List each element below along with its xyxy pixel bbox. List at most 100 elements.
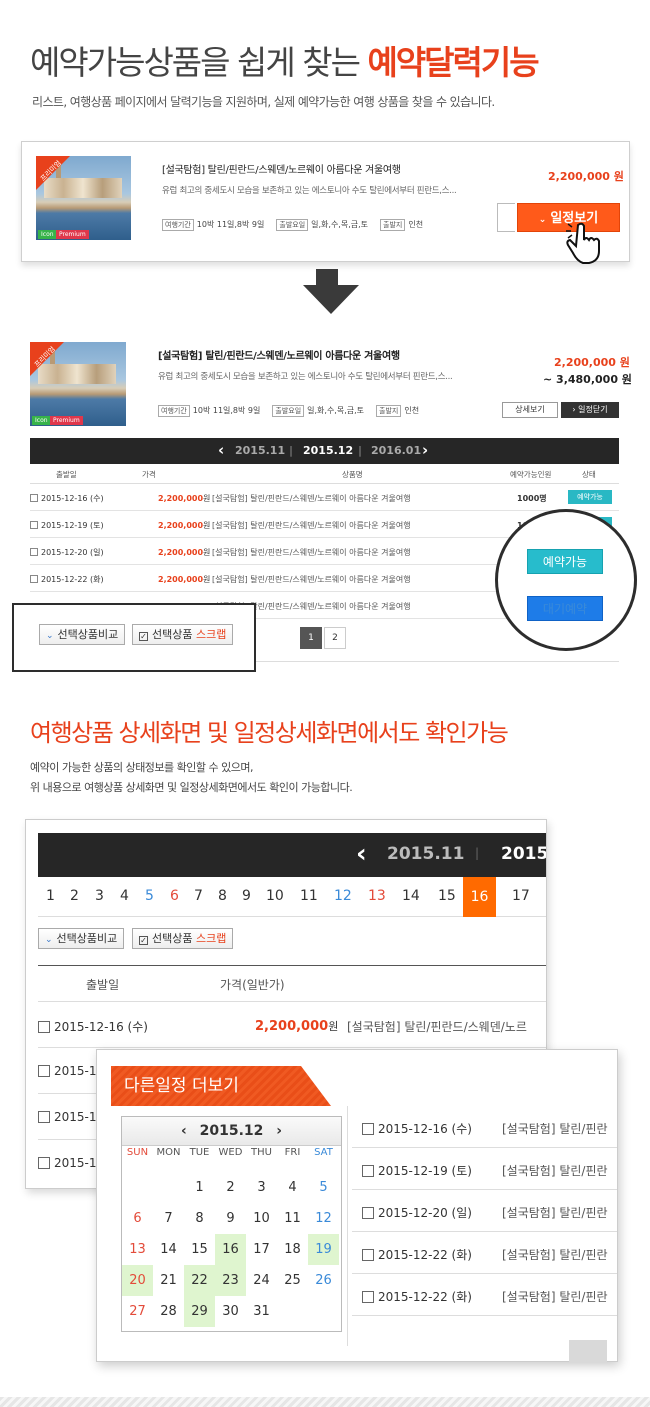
- row-product[interactable]: [설국탐험] 탈린/핀란드/스웨덴/노르웨이 아름다운 겨울여행: [212, 520, 411, 531]
- calendar-day[interactable]: 28: [153, 1296, 184, 1327]
- calendar-day[interactable]: 17: [246, 1234, 277, 1265]
- row-checkbox[interactable]: [362, 1291, 374, 1303]
- row-checkbox[interactable]: [362, 1207, 374, 1219]
- row-product[interactable]: [설국탐험] 탈린/핀란드/스웨덴/노르웨이 아름다운 겨울여행: [212, 574, 411, 585]
- row-checkbox[interactable]: [38, 1065, 50, 1077]
- calendar-day[interactable]: 1: [184, 1172, 215, 1203]
- calendar-day[interactable]: 12: [308, 1203, 339, 1234]
- calendar-day[interactable]: 30: [215, 1296, 246, 1327]
- detail-month-prev[interactable]: 2015.11: [387, 844, 464, 864]
- detail-button[interactable]: 상세보기: [502, 402, 558, 418]
- calendar-day[interactable]: 2: [215, 1172, 246, 1203]
- calendar-day[interactable]: 13: [122, 1234, 153, 1265]
- product-title[interactable]: [설국탐험] 탈린/핀란드/스웨덴/노르웨이 아름다운 겨울여행: [162, 161, 401, 176]
- table-row[interactable]: 2015-12-16 (수) 2,200,000원 [설국탐험] 탈린/핀란드/…: [38, 1002, 546, 1048]
- calendar-day[interactable]: 16: [215, 1234, 246, 1265]
- calendar-day[interactable]: 11: [277, 1203, 308, 1234]
- calendar-day[interactable]: 10: [246, 1203, 277, 1234]
- product-thumbnail-expanded[interactable]: 프리미엄 Icon Premium: [30, 342, 126, 426]
- list-item[interactable]: 2015-12-20 (일) [설국탐험] 탈린/핀란: [352, 1190, 617, 1232]
- row-checkbox[interactable]: [30, 575, 38, 583]
- day-number[interactable]: 3: [95, 888, 104, 904]
- day-number[interactable]: 8: [218, 888, 227, 904]
- page-2[interactable]: 2: [324, 627, 346, 649]
- day-number[interactable]: 7: [194, 888, 203, 904]
- compare-button[interactable]: ⌄ 선택상품비교: [39, 624, 126, 645]
- product-title-2[interactable]: [설국탐험] 탈린/핀란드/스웨덴/노르웨이 아름다운 겨울여행: [158, 347, 400, 362]
- day-number[interactable]: 14: [402, 888, 420, 904]
- day-number[interactable]: 4: [120, 888, 129, 904]
- detail-button-partial[interactable]: [497, 203, 515, 232]
- day-number[interactable]: 16: [463, 877, 496, 917]
- page-1[interactable]: 1: [300, 627, 322, 649]
- calendar-day[interactable]: 25: [277, 1265, 308, 1296]
- detail-row-product[interactable]: [설국탐험] 탈린/핀란드/스웨덴/노르: [347, 1018, 527, 1035]
- next-month-chevron-icon[interactable]: ›: [276, 1123, 282, 1139]
- calendar-day[interactable]: 27: [122, 1296, 153, 1327]
- day-number[interactable]: 6: [170, 888, 179, 904]
- row-checkbox[interactable]: [38, 1021, 50, 1033]
- prev-month-chevron-icon[interactable]: ‹: [218, 441, 224, 459]
- prev-month-chevron-icon[interactable]: ‹: [356, 839, 367, 869]
- calendar-day[interactable]: 19: [308, 1234, 339, 1265]
- list-item-name[interactable]: [설국탐험] 탈린/핀란: [502, 1204, 608, 1221]
- next-month-chevron-icon[interactable]: ›: [422, 441, 428, 459]
- month-next[interactable]: 2016.01: [371, 444, 421, 457]
- calendar-day[interactable]: 21: [153, 1265, 184, 1296]
- row-product[interactable]: [설국탐험] 탈린/핀란드/스웨덴/노르웨이 아름다운 겨울여행: [212, 547, 411, 558]
- list-item[interactable]: 2015-12-19 (토) [설국탐험] 탈린/핀란: [352, 1148, 617, 1190]
- row-checkbox[interactable]: [38, 1157, 50, 1169]
- calendar-day[interactable]: 23: [215, 1265, 246, 1296]
- list-item[interactable]: 2015-12-22 (화) [설국탐험] 탈린/핀란: [352, 1232, 617, 1274]
- month-current[interactable]: 2015.12: [303, 444, 353, 457]
- calendar-day[interactable]: 24: [246, 1265, 277, 1296]
- scrap-button[interactable]: ✓ 선택상품 스크랩: [132, 624, 234, 645]
- day-number[interactable]: 11: [300, 888, 318, 904]
- calendar-day[interactable]: 18: [277, 1234, 308, 1265]
- more-schedules-tab[interactable]: 다른일정 더보기: [111, 1066, 331, 1106]
- waitlist-button[interactable]: 대기예약: [527, 596, 603, 621]
- calendar-day[interactable]: 22: [184, 1265, 215, 1296]
- day-number[interactable]: 13: [368, 888, 386, 904]
- row-checkbox[interactable]: [30, 548, 38, 556]
- scrap-button-detail[interactable]: ✓ 선택상품 스크랩: [132, 928, 234, 949]
- calendar-day[interactable]: 15: [184, 1234, 215, 1265]
- list-item[interactable]: 2015-12-16 (수) [설국탐험] 탈린/핀란: [352, 1106, 617, 1148]
- row-checkbox[interactable]: [38, 1111, 50, 1123]
- calendar-day[interactable]: 31: [246, 1296, 277, 1327]
- calendar-day[interactable]: 29: [184, 1296, 215, 1327]
- day-number[interactable]: 5: [145, 888, 154, 904]
- status-badge[interactable]: 예약가능: [568, 490, 612, 504]
- calendar-day[interactable]: 9: [215, 1203, 246, 1234]
- detail-month-current[interactable]: 2015: [501, 844, 546, 864]
- reservation-available-button[interactable]: 예약가능: [527, 549, 603, 574]
- calendar-day[interactable]: 3: [246, 1172, 277, 1203]
- calendar-day[interactable]: 26: [308, 1265, 339, 1296]
- row-checkbox[interactable]: [362, 1249, 374, 1261]
- day-number[interactable]: 12: [334, 888, 352, 904]
- calendar-day[interactable]: 20: [122, 1265, 153, 1296]
- month-prev[interactable]: 2015.11: [235, 444, 285, 457]
- day-number[interactable]: 17: [512, 888, 530, 904]
- prev-month-chevron-icon[interactable]: ‹: [181, 1123, 187, 1139]
- row-product[interactable]: [설국탐험] 탈린/핀란드/스웨덴/노르웨이 아름다운 겨울여행: [212, 493, 411, 504]
- row-checkbox[interactable]: [30, 494, 38, 502]
- calendar-day[interactable]: 5: [308, 1172, 339, 1203]
- calendar-day[interactable]: 7: [153, 1203, 184, 1234]
- list-item[interactable]: 2015-12-22 (화) [설국탐험] 탈린/핀란: [352, 1274, 617, 1316]
- product-thumbnail[interactable]: 프리미엄 Icon Premium: [36, 156, 131, 240]
- day-number[interactable]: 9: [242, 888, 251, 904]
- day-number[interactable]: 15: [438, 888, 456, 904]
- calendar-day[interactable]: 4: [277, 1172, 308, 1203]
- calendar-day[interactable]: 6: [122, 1203, 153, 1234]
- list-item-name[interactable]: [설국탐험] 탈린/핀란: [502, 1288, 608, 1305]
- calendar-day[interactable]: 14: [153, 1234, 184, 1265]
- list-item-name[interactable]: [설국탐험] 탈린/핀란: [502, 1162, 608, 1179]
- list-item-name[interactable]: [설국탐험] 탈린/핀란: [502, 1246, 608, 1263]
- list-item-name[interactable]: [설국탐험] 탈린/핀란: [502, 1120, 608, 1137]
- row-checkbox[interactable]: [362, 1165, 374, 1177]
- compare-button-detail[interactable]: ⌄ 선택상품비교: [38, 928, 125, 949]
- row-checkbox[interactable]: [30, 521, 38, 529]
- day-number[interactable]: 1: [46, 888, 55, 904]
- calendar-day[interactable]: 8: [184, 1203, 215, 1234]
